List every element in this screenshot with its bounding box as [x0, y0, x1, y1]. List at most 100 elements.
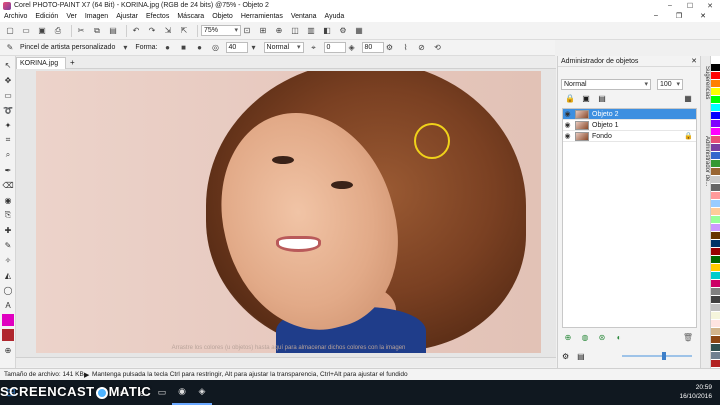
palette-swatch[interactable]	[711, 184, 720, 191]
print-icon[interactable]: ⎙	[52, 25, 64, 37]
palette-swatch[interactable]	[711, 208, 720, 215]
color-swatch-icon[interactable]	[2, 329, 14, 341]
palette-swatch[interactable]	[711, 200, 720, 207]
app-launcher-icon[interactable]: ▦	[353, 25, 365, 37]
brush-options-icon[interactable]: ▾	[119, 42, 131, 54]
palette-swatch[interactable]	[711, 304, 720, 311]
palette-swatch[interactable]	[711, 312, 720, 319]
add-tab-icon[interactable]: +	[70, 58, 75, 67]
new-icon[interactable]: ▢	[4, 25, 16, 37]
slider-handle[interactable]	[662, 352, 666, 360]
layout-icon[interactable]: ▤	[577, 352, 585, 361]
layer-lock-icon[interactable]: ▤	[596, 93, 608, 104]
palette-swatch[interactable]	[711, 152, 720, 159]
pick-tool-icon[interactable]: ↖	[2, 59, 14, 71]
transparency-lock-icon[interactable]: ▣	[580, 93, 592, 104]
menu-edicion[interactable]: Edición	[35, 13, 58, 20]
text-icon[interactable]: A	[2, 299, 14, 311]
paste-icon[interactable]: ▤	[107, 25, 119, 37]
toolbox-add-icon[interactable]: ⊕	[2, 344, 14, 356]
menu-ayuda[interactable]: Ayuda	[325, 13, 345, 20]
palette-swatch[interactable]	[711, 80, 720, 87]
palette-swatch[interactable]	[711, 248, 720, 255]
palette-swatch[interactable]	[711, 64, 720, 71]
open-icon[interactable]: ▭	[20, 25, 32, 37]
menu-archivo[interactable]: Archivo	[4, 13, 27, 20]
opacity-field[interactable]: 80	[361, 42, 384, 53]
settings-icon[interactable]: ⚙	[562, 352, 569, 361]
eraser-icon[interactable]: ⌫	[2, 179, 14, 191]
zoom-fit-icon[interactable]: ⊡	[241, 25, 253, 37]
cut-icon[interactable]: ✂	[75, 25, 87, 37]
layer-row[interactable]: ◉ Fondo 🔒	[563, 131, 696, 142]
palette-swatch[interactable]	[711, 360, 720, 367]
doc-close-button[interactable]: ✕	[700, 12, 706, 20]
palette-swatch[interactable]	[711, 104, 720, 111]
merge-mode-select[interactable]: Normal	[263, 42, 304, 53]
redo-icon[interactable]: ↷	[146, 25, 158, 37]
shape-round-icon[interactable]: ●	[162, 42, 174, 54]
import-icon[interactable]: ⇲	[162, 25, 174, 37]
palette-swatch[interactable]	[711, 320, 720, 327]
palette-swatch[interactable]	[711, 192, 720, 199]
layer-lock-icon[interactable]: 🔒	[684, 132, 693, 140]
manager-menu-icon[interactable]: ▦	[682, 93, 694, 104]
palette-swatch[interactable]	[711, 112, 720, 119]
dab-settings-icon[interactable]: ⚙	[384, 42, 396, 54]
transparency-field[interactable]: 0	[323, 42, 346, 53]
save-icon[interactable]: ▣	[36, 25, 48, 37]
layer-merge-mode-select[interactable]: Normal	[561, 78, 651, 90]
palette-swatch[interactable]	[711, 160, 720, 167]
layer-opacity-field[interactable]: 100	[657, 78, 683, 90]
palette-swatch[interactable]	[711, 176, 720, 183]
maximize-button[interactable]: ☐	[680, 0, 700, 11]
screencast-app-icon[interactable]: ◉	[172, 380, 192, 405]
new-lens-icon[interactable]: ◍	[579, 332, 591, 343]
palette-swatch[interactable]	[711, 136, 720, 143]
effect-icon[interactable]: ✧	[2, 254, 14, 266]
zoom-icon[interactable]: ⌕	[2, 149, 14, 161]
palette-swatch[interactable]	[711, 216, 720, 223]
status-arrow-icon[interactable]: ▶	[84, 371, 92, 379]
brush-size-field[interactable]: 40	[225, 42, 248, 53]
reset-icon[interactable]: ⟲	[432, 42, 444, 54]
window-icon[interactable]: ◫	[289, 25, 301, 37]
tab-administrador[interactable]: Administrador de...	[702, 136, 710, 186]
palette-swatch[interactable]	[711, 224, 720, 231]
mask-transform-icon[interactable]: ✥	[2, 74, 14, 86]
visibility-eye-icon[interactable]: ◉	[563, 110, 572, 118]
palette-swatch[interactable]	[711, 264, 720, 271]
mask-icon[interactable]: ▥	[305, 25, 317, 37]
menu-ajustar[interactable]: Ajustar	[116, 13, 138, 20]
clear-icon[interactable]: ⊘	[416, 42, 428, 54]
doc-minimize-button[interactable]: –	[654, 12, 658, 20]
shape-square-icon[interactable]: ■	[178, 42, 190, 54]
palette-swatch[interactable]	[711, 336, 720, 343]
palette-swatch[interactable]	[711, 240, 720, 247]
close-button[interactable]: ✕	[700, 0, 720, 11]
clock[interactable]: 20:59 16/10/2016	[679, 383, 712, 401]
menu-mascara[interactable]: Máscara	[177, 13, 204, 20]
shape-icon[interactable]: ◯	[2, 284, 14, 296]
export-icon[interactable]: ⇱	[178, 25, 190, 37]
menu-ver[interactable]: Ver	[66, 13, 77, 20]
size-dropdown-icon[interactable]: ▾	[248, 42, 260, 54]
palette-swatch[interactable]	[711, 56, 720, 63]
horizontal-scrollbar[interactable]	[16, 357, 556, 367]
palette-swatch[interactable]	[711, 352, 720, 359]
layer-row[interactable]: ◉ Objeto 2	[563, 109, 696, 120]
delete-icon[interactable]: 🗑	[682, 332, 694, 343]
palette-swatch[interactable]	[711, 72, 720, 79]
tab-sugerencias[interactable]: Sugerencias	[702, 66, 710, 99]
undo-icon[interactable]: ↶	[130, 25, 142, 37]
menu-imagen[interactable]: Imagen	[85, 13, 108, 20]
palette-swatch[interactable]	[711, 168, 720, 175]
palette-swatch[interactable]	[711, 328, 720, 335]
fill-icon[interactable]: ◭	[2, 269, 14, 281]
thumbnail-size-slider[interactable]	[622, 355, 692, 357]
folder-icon[interactable]: ▭	[152, 380, 172, 405]
palette-swatch[interactable]	[711, 272, 720, 279]
options-icon[interactable]: ⚙	[337, 25, 349, 37]
red-eye-icon[interactable]: ◉	[2, 194, 14, 206]
tab-korina[interactable]: KORINA.jpg	[16, 57, 66, 69]
